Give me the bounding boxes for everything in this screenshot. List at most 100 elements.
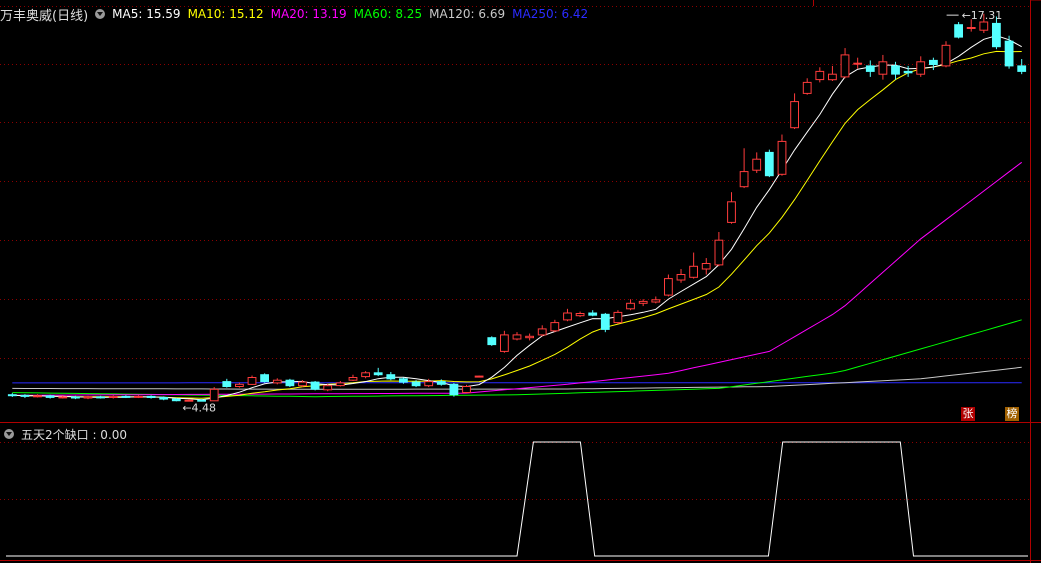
- candle-up: [626, 302, 635, 310]
- candle-down: [121, 395, 131, 398]
- candle-up: [424, 381, 434, 387]
- ma-line-ma20: [12, 161, 1023, 396]
- ma-line-ma10: [12, 50, 1022, 399]
- candle-down: [171, 398, 181, 402]
- candle-down: [310, 381, 320, 390]
- ma-legend-items: MA5: 15.59 MA10: 15.12 MA20: 13.19 MA60: 8.…: [112, 7, 595, 21]
- chart-stage: ←17.31 ←4.48 万丰奥威(日线) MA5: 15.59 MA10: 15.…: [0, 0, 1041, 563]
- candle-down: [764, 151, 774, 177]
- candle-up: [739, 171, 749, 188]
- candle-up: [335, 382, 345, 387]
- settings-dropdown-icon[interactable]: [95, 9, 106, 19]
- stock-title: 万丰奥威(日线): [0, 8, 89, 24]
- candle-up: [575, 313, 585, 317]
- candle-up: [651, 299, 661, 303]
- candle-up: [701, 263, 711, 270]
- candle-down: [588, 312, 598, 316]
- candle-down: [449, 383, 459, 396]
- candle-up: [462, 386, 471, 393]
- candle-down: [929, 59, 938, 66]
- indicator-dropdown-icon[interactable]: [4, 429, 14, 439]
- candle-up: [525, 335, 535, 339]
- candle-up: [802, 81, 812, 94]
- low-price-label: ←4.48: [182, 401, 216, 414]
- candle-up: [33, 395, 42, 398]
- candle-down: [865, 65, 875, 72]
- candle-down: [285, 379, 295, 387]
- candle-up: [840, 54, 850, 78]
- high-price-label: ←17.31: [962, 9, 1003, 22]
- candle-down: [20, 394, 30, 397]
- candle-down: [436, 381, 446, 385]
- candlestick-chart[interactable]: ←17.31 ←4.48: [0, 0, 1041, 563]
- candle-down: [411, 381, 421, 387]
- candle-up: [474, 375, 484, 378]
- candle-up: [916, 61, 926, 75]
- candle-up: [537, 328, 547, 336]
- ma-legend-item: MA5: 15.59: [112, 7, 181, 21]
- candle-up: [58, 396, 68, 399]
- candle-down: [45, 395, 55, 398]
- candle-up: [853, 62, 863, 65]
- candle-down: [903, 70, 913, 74]
- candle-up: [828, 73, 837, 81]
- candle-down: [146, 395, 156, 398]
- candle-down: [96, 396, 105, 399]
- candle-up: [272, 379, 282, 384]
- candle-up: [878, 61, 888, 75]
- candle-up: [613, 311, 623, 324]
- candle-up: [714, 239, 724, 266]
- candle-up: [298, 381, 307, 387]
- candle-down: [386, 374, 396, 380]
- ma-line-ma5: [12, 35, 1022, 401]
- candle-up: [966, 27, 976, 29]
- candle-up: [941, 44, 951, 67]
- zhang-badge[interactable]: 张: [961, 407, 975, 421]
- candle-up: [979, 21, 989, 31]
- candle-down: [260, 374, 270, 383]
- candle-down: [7, 394, 17, 397]
- candle-up: [83, 396, 93, 399]
- bang-badge[interactable]: 榜: [1005, 407, 1019, 421]
- candle-up: [108, 395, 118, 398]
- sub-legend: 五天2个缺口 : 0.00: [0, 425, 134, 443]
- candle-down: [954, 24, 964, 38]
- ma-legend-item: MA250: 6.42: [512, 7, 589, 21]
- ma-legend-item: MA10: 15.12: [187, 7, 264, 21]
- candle-up: [752, 158, 762, 171]
- candle-up: [550, 322, 560, 332]
- candle-down: [992, 22, 1001, 48]
- indicator-title: 五天2个缺口 : 0.00: [21, 427, 128, 442]
- candle-up: [209, 388, 219, 402]
- candle-up: [512, 334, 522, 340]
- candle-up: [689, 265, 699, 278]
- main-legend: 万丰奥威(日线) MA5: 15.59 MA10: 15.12 MA20: 13.1…: [0, 5, 595, 24]
- candle-down: [159, 397, 169, 400]
- candle-up: [727, 201, 736, 223]
- candle-down: [222, 381, 232, 388]
- candle-down: [373, 372, 383, 376]
- candle-down: [1017, 65, 1027, 72]
- ma-legend-item: MA20: 13.19: [270, 7, 347, 21]
- ma-legend-item: MA120: 6.69: [429, 7, 506, 21]
- candle-up: [638, 300, 648, 304]
- candle-up: [235, 383, 244, 387]
- candle-down: [1004, 40, 1014, 67]
- candle-up: [664, 278, 673, 296]
- candle-down: [71, 396, 80, 399]
- candle-down: [600, 313, 610, 330]
- candle-up: [676, 274, 686, 281]
- candle-up: [815, 70, 825, 81]
- candle-down: [399, 378, 408, 383]
- ma-legend-item: MA60: 8.25: [353, 7, 423, 21]
- candle-up: [500, 334, 509, 352]
- candle-up: [323, 385, 333, 391]
- candle-up: [790, 101, 800, 129]
- candle-up: [361, 372, 371, 378]
- candle-down: [487, 337, 497, 346]
- candle-up: [563, 312, 572, 321]
- candle-up: [348, 377, 358, 381]
- candle-down: [891, 65, 900, 75]
- candle-up: [134, 395, 143, 398]
- candle-up: [247, 377, 257, 385]
